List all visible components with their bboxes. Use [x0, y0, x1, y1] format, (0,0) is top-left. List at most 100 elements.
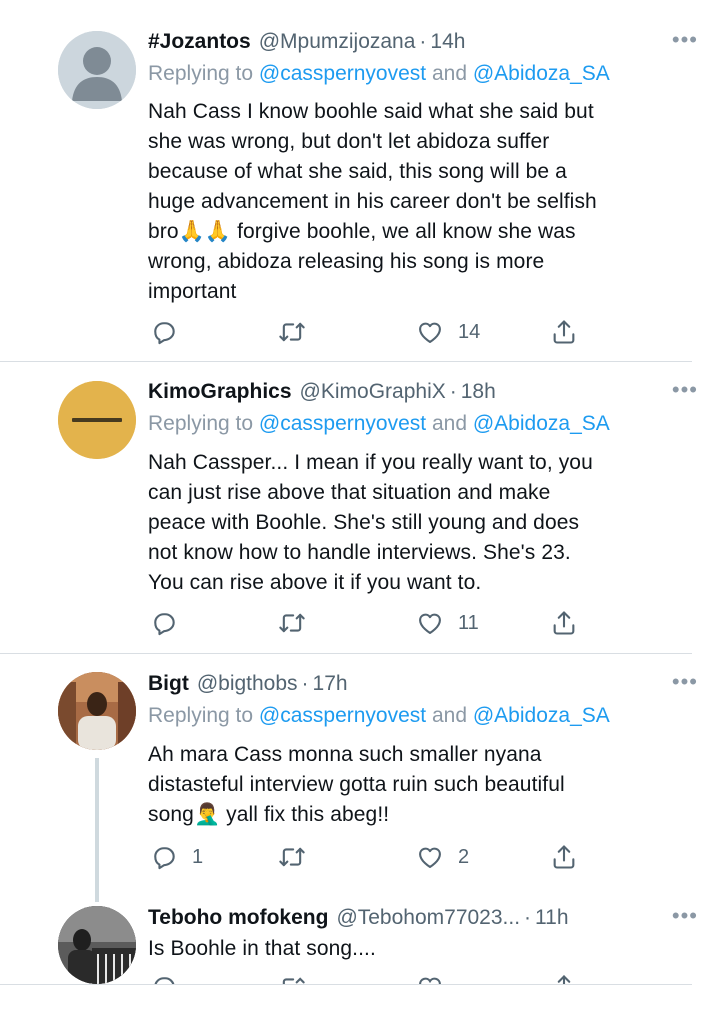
tweet-actions: 14: [148, 315, 588, 349]
replying-to-prefix: Replying to: [148, 412, 259, 435]
reply-button[interactable]: [150, 606, 192, 640]
retweet-button[interactable]: [278, 840, 320, 874]
retweet-icon: [279, 847, 305, 867]
like-button[interactable]: [416, 970, 444, 984]
separator-dot: ·: [524, 906, 532, 929]
retweet-icon: [279, 322, 305, 342]
separator-dot: ·: [301, 672, 309, 695]
kimographics-logo-icon: [58, 381, 136, 459]
like-count: 2: [458, 845, 470, 868]
tweet-actions: [148, 970, 588, 984]
share-button[interactable]: [550, 840, 578, 874]
retweet-button[interactable]: [278, 606, 320, 640]
tweet-text-line: important: [148, 280, 237, 303]
more-options-icon[interactable]: •••: [672, 375, 698, 405]
user-handle[interactable]: @KimoGraphiX: [300, 375, 446, 409]
mention-link[interactable]: @casspernyovest: [259, 62, 426, 85]
share-icon: [553, 845, 575, 869]
tweet-text: Nah Cassper... I mean if you really want…: [148, 448, 688, 598]
tweet-kimographics[interactable]: KimoGraphics @KimoGraphiX · 18h ••• Repl…: [0, 362, 720, 654]
mention-link[interactable]: @casspernyovest: [259, 412, 426, 435]
replying-to: Replying to @casspernyovest and @Abidoza…: [148, 701, 610, 731]
replying-and: and: [426, 704, 473, 727]
retweet-button[interactable]: [278, 315, 320, 349]
replying-to-prefix: Replying to: [148, 62, 259, 85]
mention-link[interactable]: @casspernyovest: [259, 704, 426, 727]
share-icon: [557, 975, 571, 984]
tweet-text-line: Nah Cass I know boohle said what she sai…: [148, 100, 594, 123]
replying-and: and: [426, 62, 473, 85]
tweet-actions: 1 2: [148, 840, 588, 874]
separator-dot: ·: [419, 30, 427, 53]
display-name[interactable]: #Jozantos: [148, 25, 251, 59]
mention-link[interactable]: @Abidoza_SA: [473, 704, 610, 727]
user-handle[interactable]: @bigthobs: [197, 667, 298, 701]
share-button[interactable]: [550, 315, 578, 349]
tweet-teboho[interactable]: Teboho mofokeng @Tebohom77023... · 11h •…: [0, 894, 720, 1010]
retweet-icon: [282, 977, 305, 984]
tweet-text-line: can just rise above that situation and m…: [148, 481, 551, 504]
replying-to: Replying to @casspernyovest and @Abidoza…: [148, 409, 610, 439]
reply-button[interactable]: [150, 970, 178, 984]
user-photo-icon: [58, 672, 136, 750]
reply-count: 1: [192, 845, 204, 868]
tweet-actions: 11: [148, 606, 588, 640]
thread-connector: [95, 758, 99, 902]
reply-button[interactable]: [150, 315, 192, 349]
share-button[interactable]: [550, 606, 578, 640]
heart-icon: [419, 613, 441, 634]
heart-icon: [419, 977, 441, 984]
tweet-text-line: distasteful interview gotta ruin such be…: [148, 773, 565, 796]
tweet-text-line: not know how to handle interviews. She's…: [148, 541, 571, 564]
more-options-icon[interactable]: •••: [672, 25, 698, 55]
tweet-text-line: song🤦‍♂️ yall fix this abeg!!: [148, 803, 390, 826]
avatar-default[interactable]: [58, 31, 136, 109]
mention-link[interactable]: @Abidoza_SA: [473, 62, 610, 85]
tweet-bigt[interactable]: Bigt @bigthobs · 17h ••• Replying to @ca…: [0, 654, 720, 902]
tweet-header: Teboho mofokeng @Tebohom77023... · 11h •…: [148, 901, 698, 935]
reply-icon: [154, 977, 175, 984]
like-button[interactable]: 2: [416, 840, 469, 874]
tweet-header: Bigt @bigthobs · 17h •••: [148, 667, 698, 701]
timestamp[interactable]: 11h: [535, 901, 568, 935]
user-handle[interactable]: @Tebohom77023...: [336, 901, 520, 935]
divider: [0, 984, 692, 985]
heart-icon: [419, 847, 441, 868]
display-name[interactable]: KimoGraphics: [148, 375, 292, 409]
default-avatar-icon: [58, 31, 136, 109]
tweet-text-line: peace with Boohle. She's still young and…: [148, 511, 580, 534]
more-options-icon[interactable]: •••: [672, 901, 698, 931]
like-button[interactable]: 11: [416, 606, 479, 640]
tweet-jozantos[interactable]: #Jozantos @Mpumzijozana · 14h ••• Replyi…: [0, 0, 720, 362]
tweet-text-line: Nah Cassper... I mean if you really want…: [148, 451, 593, 474]
share-button[interactable]: [550, 970, 578, 984]
tweet-text-line: You can rise above it if you want to.: [148, 571, 482, 594]
display-name[interactable]: Bigt: [148, 667, 189, 701]
tweet-text-line: huge advancement in his career don't be …: [148, 190, 597, 213]
like-count: 11: [458, 611, 479, 634]
replying-and: and: [426, 412, 473, 435]
replying-to-prefix: Replying to: [148, 704, 259, 727]
mention-link[interactable]: @Abidoza_SA: [473, 412, 610, 435]
timestamp[interactable]: 14h: [430, 25, 465, 59]
user-handle[interactable]: @Mpumzijozana: [259, 25, 416, 59]
avatar-bigt[interactable]: [58, 672, 136, 750]
reply-icon: [154, 322, 175, 345]
display-name[interactable]: Teboho mofokeng: [148, 901, 328, 935]
share-icon: [553, 611, 575, 635]
reply-button[interactable]: 1: [150, 840, 203, 874]
tweet-text: Nah Cass I know boohle said what she sai…: [148, 97, 688, 307]
retweet-icon: [279, 613, 305, 633]
heart-icon: [419, 322, 441, 343]
avatar-teboho[interactable]: [58, 906, 136, 984]
share-icon: [553, 320, 575, 344]
like-button[interactable]: 14: [416, 315, 480, 349]
timestamp[interactable]: 17h: [313, 667, 348, 701]
timestamp[interactable]: 18h: [461, 375, 496, 409]
separator-dot: ·: [449, 380, 457, 403]
user-photo-icon: [58, 906, 136, 984]
reply-icon: [154, 613, 175, 636]
avatar-kimographics[interactable]: [58, 381, 136, 459]
more-options-icon[interactable]: •••: [672, 667, 698, 697]
retweet-button[interactable]: [278, 970, 306, 984]
